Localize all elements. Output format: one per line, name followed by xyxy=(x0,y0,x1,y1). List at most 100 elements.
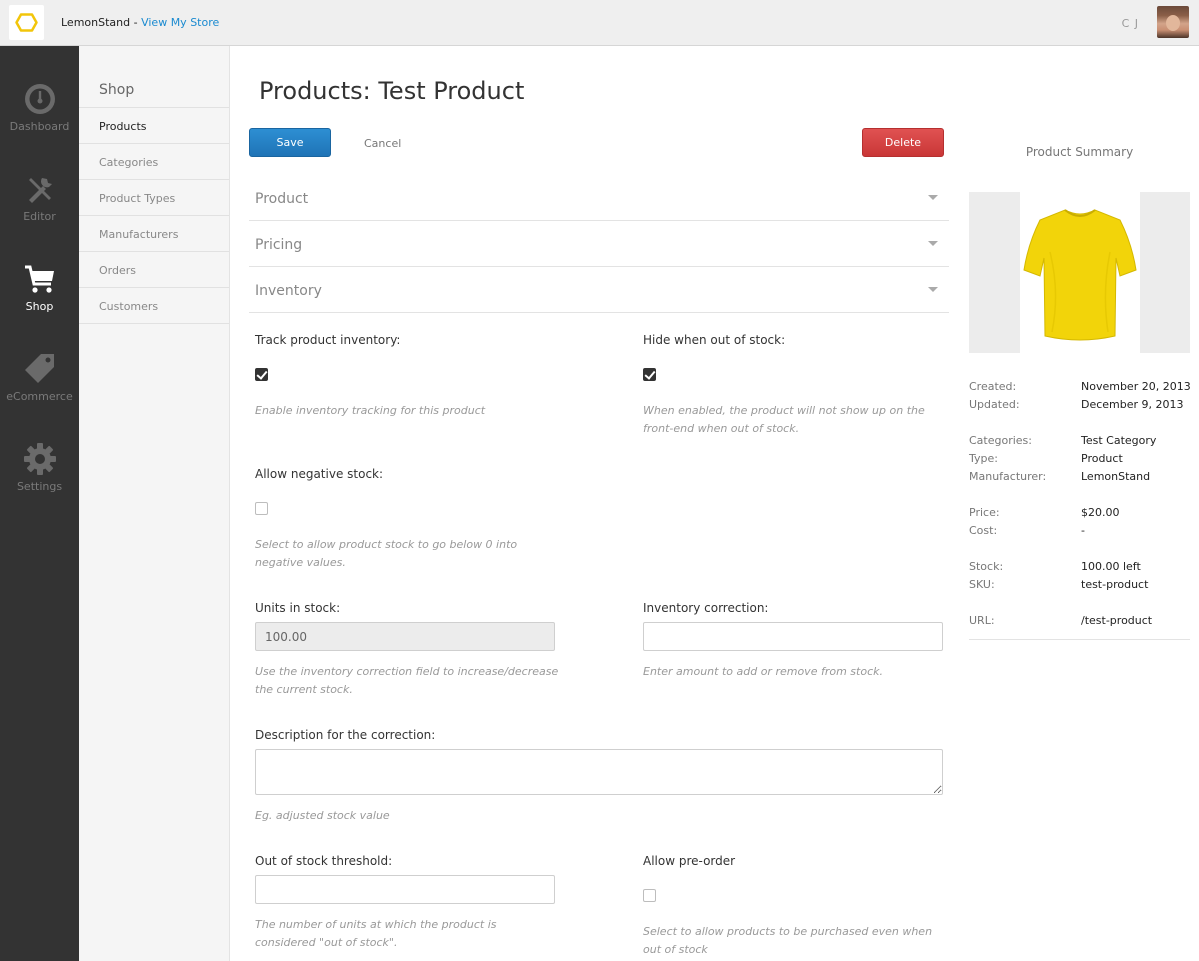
help-line: Select to allow product stock to go belo… xyxy=(255,538,518,551)
section-product[interactable]: Product xyxy=(249,175,949,221)
summary-value: 100.00 left xyxy=(1081,560,1141,573)
main-sidebar: Dashboard Editor Shop eCommerce Settings xyxy=(0,46,79,961)
summary-key: Cost: xyxy=(969,524,998,537)
user-initials[interactable]: C J xyxy=(1122,17,1139,30)
editor-tools-icon xyxy=(28,178,52,203)
summary-key: Manufacturer: xyxy=(969,470,1047,483)
section-pricing[interactable]: Pricing xyxy=(249,221,949,267)
nav-shop[interactable]: Shop xyxy=(0,262,79,336)
chevron-down-icon xyxy=(928,287,938,292)
summary-value: Product xyxy=(1081,452,1123,465)
summary-value: Test Category xyxy=(1081,434,1157,447)
summary-value: November 20, 2013 xyxy=(1081,380,1191,393)
nav-dashboard-label: Dashboard xyxy=(9,120,70,133)
summary-divider xyxy=(969,639,1190,640)
summary-key: SKU: xyxy=(969,578,995,591)
allow-preorder-label: Allow pre-order xyxy=(643,854,736,868)
hide-out-of-stock-help: When enabled, the product will not show … xyxy=(643,402,925,438)
units-in-stock-field xyxy=(255,622,555,651)
out-of-stock-threshold-input[interactable] xyxy=(255,875,555,904)
subnav-divider xyxy=(79,323,229,324)
nav-shop-label: Shop xyxy=(25,300,54,313)
out-of-stock-threshold-label: Out of stock threshold: xyxy=(255,854,393,868)
subnav-item-categories[interactable]: Categories xyxy=(99,156,158,169)
nav-settings[interactable]: Settings xyxy=(0,442,79,516)
store-name: LemonStand xyxy=(61,16,131,29)
inventory-correction-input[interactable] xyxy=(643,622,943,651)
nav-editor[interactable]: Editor xyxy=(0,172,79,246)
help-line: front-end when out of stock. xyxy=(643,422,800,435)
store-breadcrumb: LemonStand - View My Store xyxy=(61,16,219,29)
inventory-correction-help: Enter amount to add or remove from stock… xyxy=(643,665,883,678)
nav-dashboard[interactable]: Dashboard xyxy=(0,82,79,156)
shopping-cart-icon xyxy=(24,265,54,293)
subnav-item-products[interactable]: Products xyxy=(99,120,147,133)
lemonstand-logo-icon[interactable] xyxy=(9,5,44,40)
product-image[interactable] xyxy=(1020,192,1140,353)
product-image-frame xyxy=(969,192,1190,353)
subnav-divider xyxy=(79,215,229,216)
summary-key: Updated: xyxy=(969,398,1020,411)
subnav-divider xyxy=(79,179,229,180)
correction-description-textarea[interactable] xyxy=(255,749,943,795)
correction-description-help: Eg. adjusted stock value xyxy=(255,809,390,822)
help-line: considered "out of stock". xyxy=(255,936,398,949)
help-line: Use the inventory correction field to in… xyxy=(255,665,559,678)
summary-value: $20.00 xyxy=(1081,506,1120,519)
help-line: out of stock xyxy=(643,943,708,956)
subnav-divider xyxy=(79,287,229,288)
summary-value: test-product xyxy=(1081,578,1149,591)
allow-negative-stock-help: Select to allow product stock to go belo… xyxy=(255,536,517,572)
store-separator: - xyxy=(130,16,142,29)
subnav-item-manufacturers[interactable]: Manufacturers xyxy=(99,228,178,241)
track-inventory-checkbox[interactable] xyxy=(255,368,268,381)
gear-icon xyxy=(23,443,56,475)
section-label: Pricing xyxy=(255,237,303,253)
hide-out-of-stock-checkbox[interactable] xyxy=(643,368,656,381)
chevron-down-icon xyxy=(928,241,938,246)
product-summary-title: Product Summary xyxy=(1025,145,1134,159)
shop-subnav: Shop Products Categories Product Types M… xyxy=(79,46,230,961)
summary-key: Type: xyxy=(969,452,998,465)
help-line: When enabled, the product will not show … xyxy=(643,404,925,417)
allow-negative-stock-label: Allow negative stock: xyxy=(255,467,384,481)
nav-ecommerce-label: eCommerce xyxy=(6,390,73,403)
summary-key: Created: xyxy=(969,380,1017,393)
help-line: the current stock. xyxy=(255,683,353,696)
subnav-item-customers[interactable]: Customers xyxy=(99,300,158,313)
cancel-link[interactable]: Cancel xyxy=(364,137,401,150)
user-avatar[interactable] xyxy=(1157,6,1189,38)
save-button[interactable]: Save xyxy=(249,128,331,157)
units-in-stock-help: Use the inventory correction field to in… xyxy=(255,663,558,699)
subnav-divider xyxy=(79,251,229,252)
allow-negative-stock-checkbox[interactable] xyxy=(255,502,268,515)
nav-editor-label: Editor xyxy=(23,210,56,223)
subnav-divider xyxy=(79,107,229,108)
subnav-title: Shop xyxy=(99,82,135,98)
nav-ecommerce[interactable]: eCommerce xyxy=(0,352,79,426)
hide-out-of-stock-label: Hide when out of stock: xyxy=(643,333,786,347)
delete-button[interactable]: Delete xyxy=(862,128,944,157)
subnav-item-product-types[interactable]: Product Types xyxy=(99,192,175,205)
subnav-divider xyxy=(79,143,229,144)
inventory-correction-label: Inventory correction: xyxy=(643,601,769,615)
view-my-store-link[interactable]: View My Store xyxy=(141,16,219,29)
units-in-stock-label: Units in stock: xyxy=(255,601,341,615)
summary-value: December 9, 2013 xyxy=(1081,398,1184,411)
subnav-item-orders[interactable]: Orders xyxy=(99,264,136,277)
section-inventory[interactable]: Inventory xyxy=(249,267,949,313)
help-line: negative values. xyxy=(255,556,346,569)
summary-value: LemonStand xyxy=(1081,470,1151,483)
price-tag-icon xyxy=(24,354,54,383)
top-bar: LemonStand - View My Store C J xyxy=(0,0,1199,46)
allow-preorder-checkbox[interactable] xyxy=(643,889,656,902)
help-line: Select to allow products to be purchased… xyxy=(643,925,933,938)
track-inventory-label: Track product inventory: xyxy=(255,333,401,347)
summary-key: Categories: xyxy=(969,434,1032,447)
page-title: Products: Test Product xyxy=(259,77,525,105)
summary-key: URL: xyxy=(969,614,995,627)
summary-value: - xyxy=(1081,524,1085,537)
track-inventory-help: Enable inventory tracking for this produ… xyxy=(255,404,486,417)
yellow-tshirt-image xyxy=(1023,209,1137,341)
help-line: The number of units at which the product… xyxy=(255,918,497,931)
